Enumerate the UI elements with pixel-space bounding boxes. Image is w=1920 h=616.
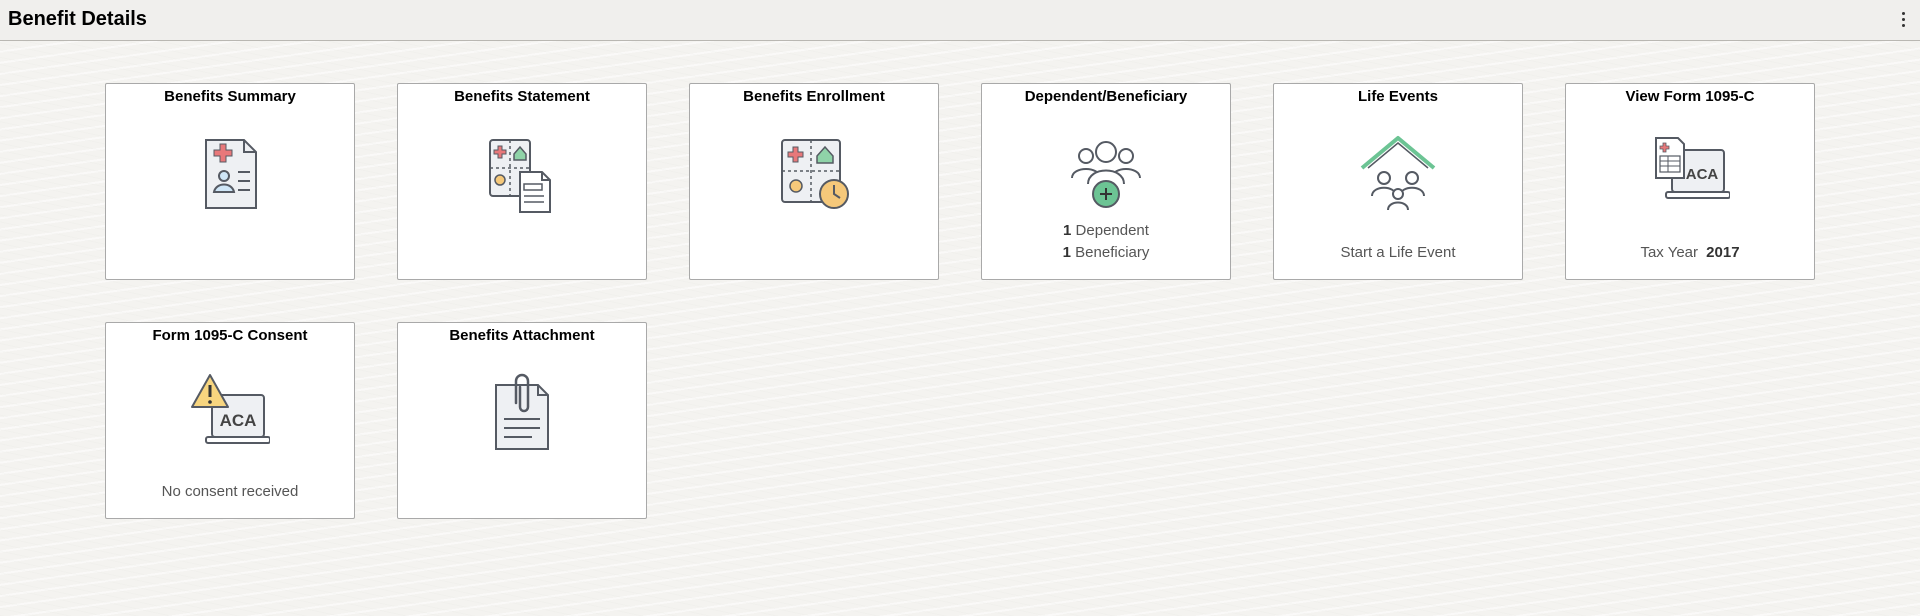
tile-title: Life Events <box>1357 88 1439 105</box>
benefits-statement-icon <box>482 134 562 214</box>
tile-benefits-summary[interactable]: Benefits Summary <box>105 83 355 280</box>
tile-benefits-enrollment[interactable]: Benefits Enrollment <box>689 83 939 280</box>
tile-form-1095c-consent[interactable]: Form 1095-C Consent ACA No consent recei… <box>105 322 355 519</box>
life-events-icon <box>1358 134 1438 214</box>
tile-title: Benefits Summary <box>164 88 296 105</box>
benefits-enrollment-icon <box>774 134 854 214</box>
tile-title: Benefits Statement <box>454 88 590 105</box>
tile-title: Form 1095-C Consent <box>152 327 308 344</box>
tax-year-value: 2017 <box>1706 244 1740 261</box>
tile-benefits-statement[interactable]: Benefits Statement <box>397 83 647 280</box>
page-title: Benefit Details <box>8 8 147 30</box>
dependent-beneficiary-icon <box>1066 134 1146 214</box>
tile-benefits-attachment[interactable]: Benefits Attachment <box>397 322 647 519</box>
aca-icon-text: ACA <box>220 411 257 430</box>
tax-year-text: Tax Year 2017 <box>1566 244 1814 261</box>
tile-life-events[interactable]: Life Events Start a Life Event <box>1273 83 1523 280</box>
form-1095c-icon: ACA <box>1650 134 1730 214</box>
tile-title: Dependent/Beneficiary <box>1024 88 1188 105</box>
dependents-count: 1 <box>1063 222 1072 239</box>
vertical-ellipsis-icon[interactable] <box>1898 9 1908 29</box>
tile-title: View Form 1095-C <box>1625 88 1755 105</box>
attachment-icon <box>482 373 562 453</box>
consent-status-text: No consent received <box>161 483 299 500</box>
benefits-summary-icon <box>190 134 270 214</box>
consent-warning-icon: ACA <box>190 373 270 453</box>
beneficiaries-count-text: 1 Beneficiary <box>982 244 1230 261</box>
beneficiaries-label: Beneficiary <box>1075 244 1150 261</box>
tile-title: Benefits Attachment <box>449 327 595 344</box>
dependents-label: Dependent <box>1075 222 1149 239</box>
beneficiaries-count: 1 <box>1062 244 1071 261</box>
tile-dependent-beneficiary[interactable]: Dependent/Beneficiary 1 Dependent 1 Bene… <box>981 83 1231 280</box>
aca-icon-text: ACA <box>1686 166 1719 183</box>
page-header: Benefit Details <box>0 0 1920 41</box>
tax-year-label: Tax Year <box>1640 244 1698 261</box>
dependents-count-text: 1 Dependent <box>982 222 1230 239</box>
tile-title: Benefits Enrollment <box>743 88 885 105</box>
tile-view-form-1095c[interactable]: View Form 1095-C ACA Tax Year 2017 <box>1565 83 1815 280</box>
life-event-link-text: Start a Life Event <box>1340 244 1456 261</box>
